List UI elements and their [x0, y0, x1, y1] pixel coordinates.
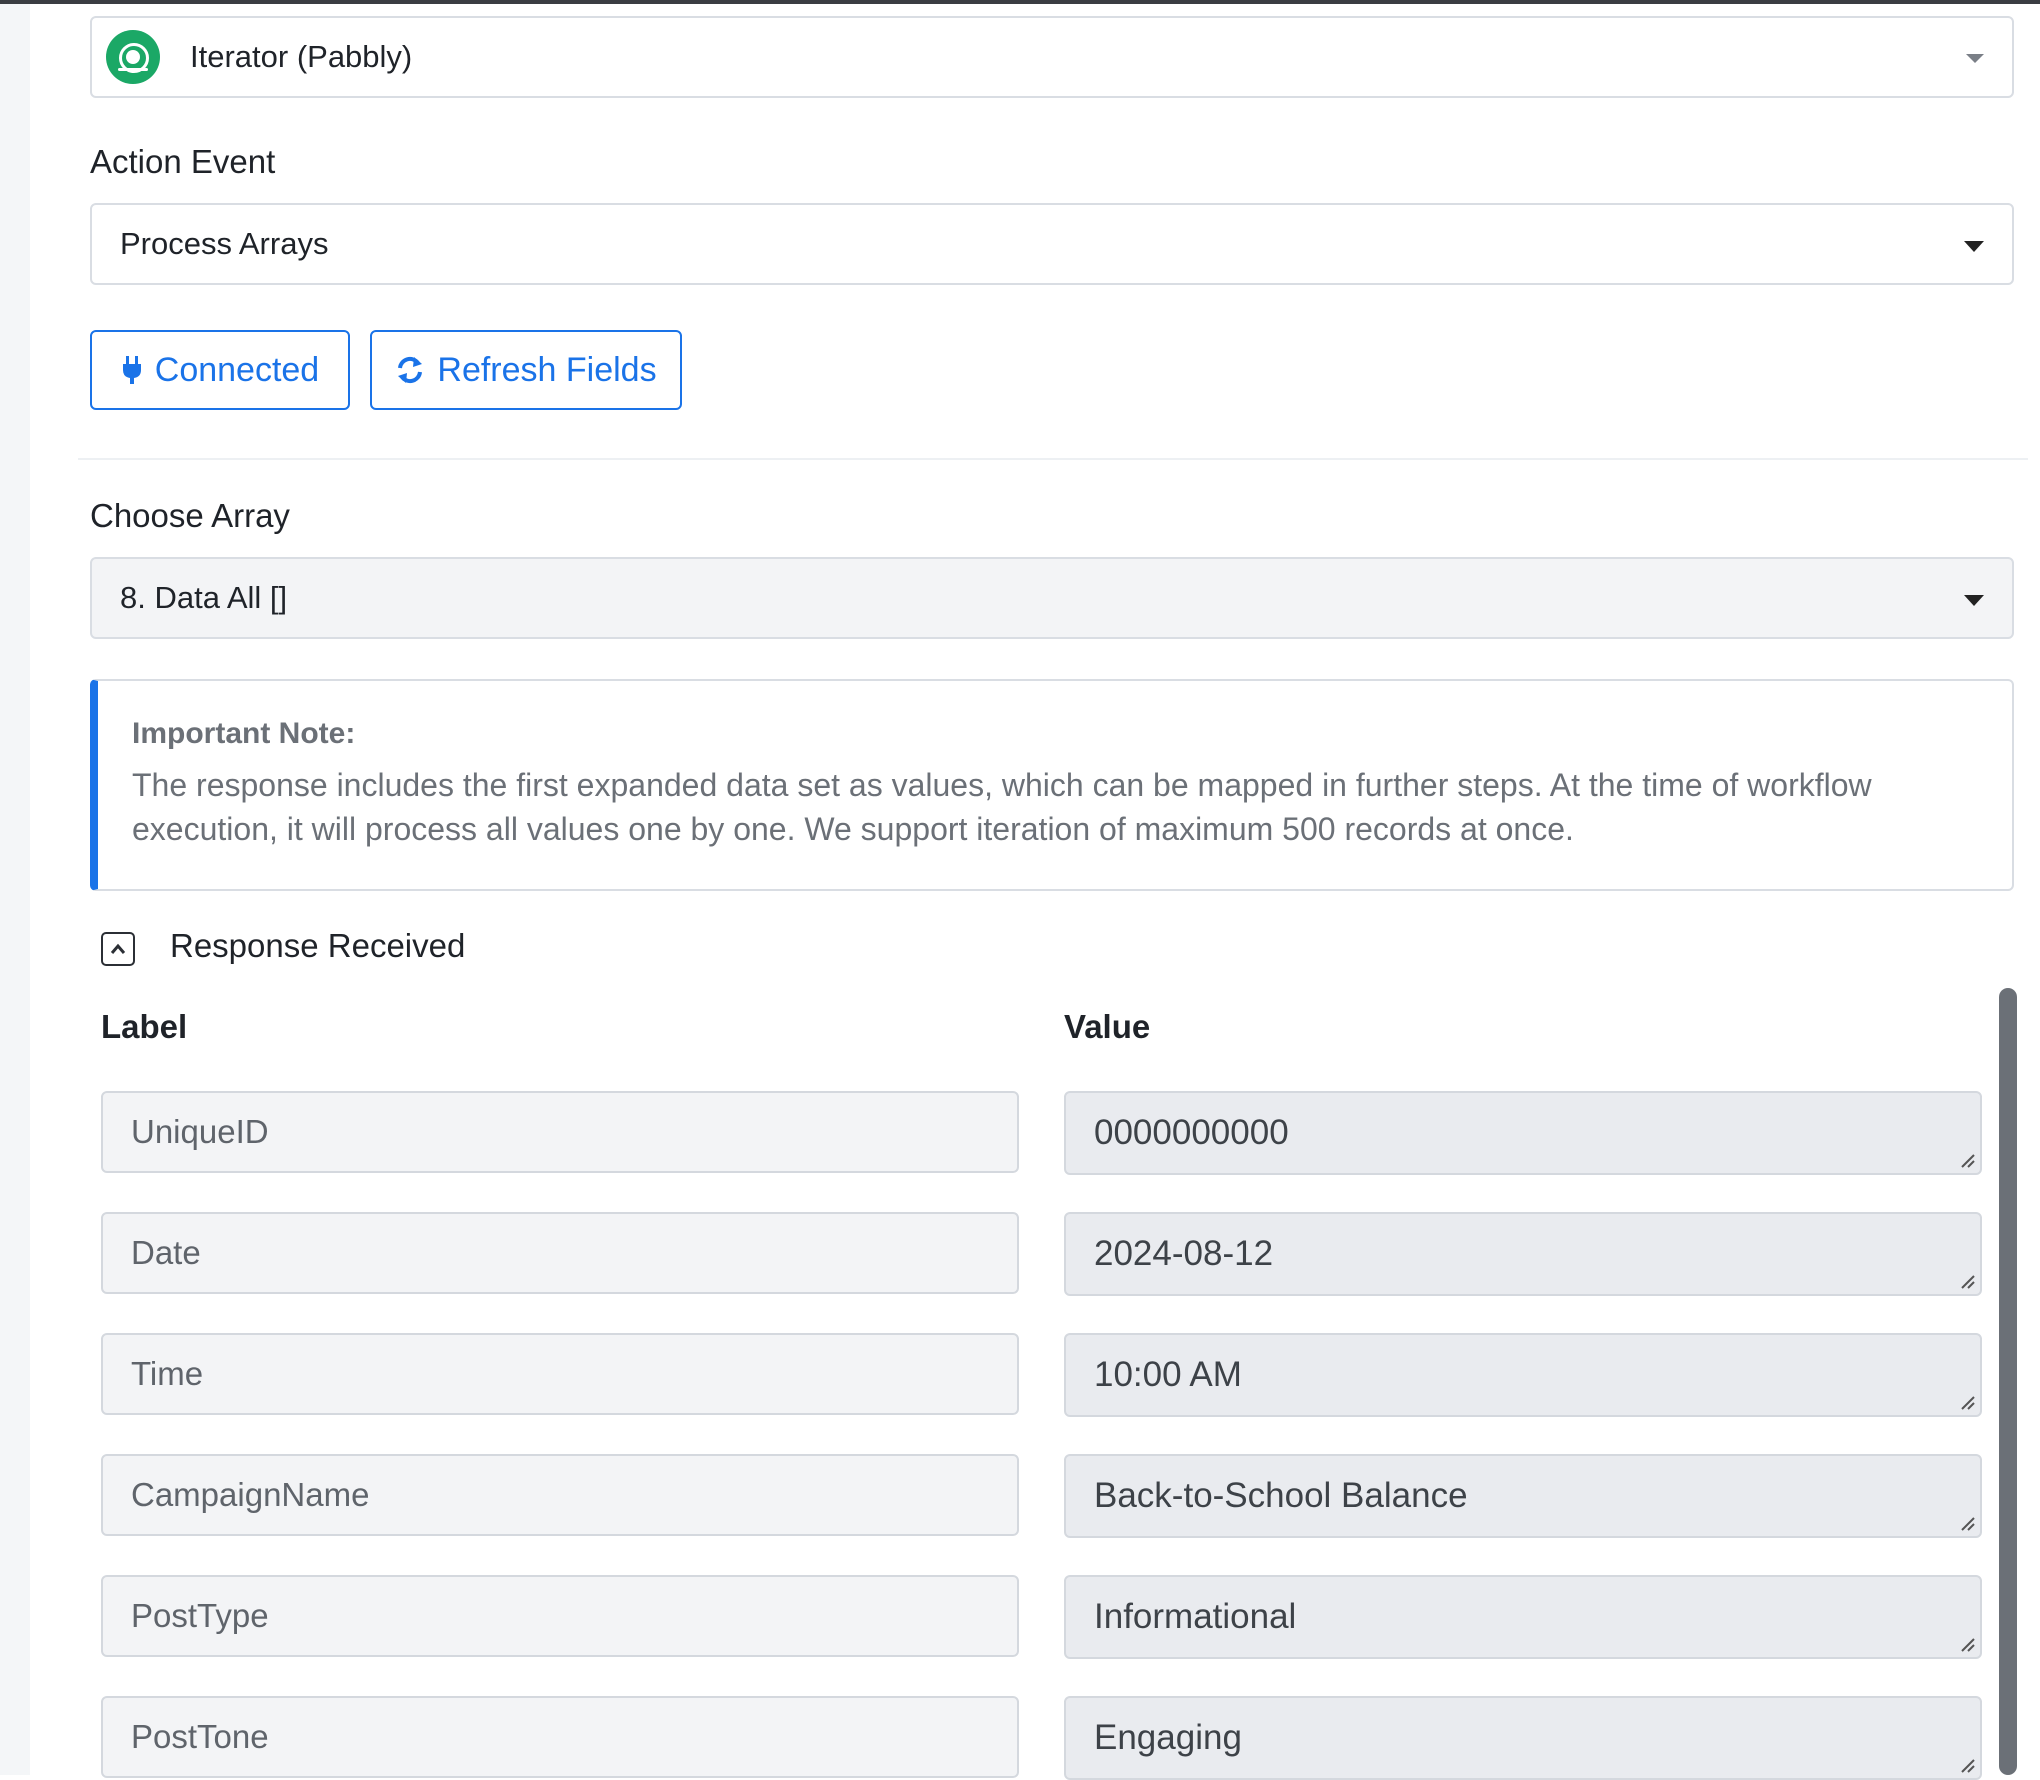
chevron-down-icon — [1964, 241, 1984, 252]
plug-icon — [121, 355, 143, 385]
choose-array-value: 8. Data All [] — [120, 580, 288, 615]
response-row-value-text: Back-to-School Balance — [1094, 1476, 1468, 1515]
label-column-header: Label — [101, 1008, 188, 1045]
choose-array-label: Choose Array — [90, 497, 290, 534]
response-row-value[interactable]: Back-to-School Balance — [1064, 1454, 1982, 1538]
response-row-value-text: Engaging — [1094, 1718, 1242, 1757]
choose-array-select[interactable]: 8. Data All [] — [90, 557, 2014, 639]
response-row-value-text: 0000000000 — [1094, 1113, 1289, 1152]
important-note-title: Important Note: — [132, 717, 356, 750]
iterator-app-icon — [106, 30, 160, 84]
collapse-response-button[interactable] — [101, 932, 135, 966]
important-note: Important Note: The response includes th… — [90, 679, 2014, 891]
refresh-fields-button-label: Refresh Fields — [437, 350, 657, 389]
response-row-label: Time — [101, 1333, 1019, 1415]
response-row-label: UniqueID — [101, 1091, 1019, 1173]
response-row-label: PostTone — [101, 1696, 1019, 1778]
response-row-value-text: Informational — [1094, 1597, 1297, 1636]
response-row-value[interactable]: Informational — [1064, 1575, 1982, 1659]
response-row-label: PostType — [101, 1575, 1019, 1657]
resize-grip-icon[interactable] — [1958, 1393, 1976, 1411]
resize-grip-icon[interactable] — [1958, 1756, 1976, 1774]
response-row-value[interactable]: 2024-08-12 — [1064, 1212, 1982, 1296]
value-column-header: Value — [1064, 1008, 1151, 1045]
left-gutter — [0, 4, 31, 1775]
response-row-value[interactable]: 0000000000 — [1064, 1091, 1982, 1175]
resize-grip-icon[interactable] — [1958, 1514, 1976, 1532]
response-row-label: CampaignName — [101, 1454, 1019, 1536]
important-note-body: The response includes the first expanded… — [132, 767, 1872, 847]
response-row-label: Date — [101, 1212, 1019, 1294]
resize-grip-icon[interactable] — [1958, 1151, 1976, 1169]
chevron-down-icon — [1966, 54, 1984, 63]
response-row-value-text: 2024-08-12 — [1094, 1234, 1274, 1273]
refresh-fields-button[interactable]: Refresh Fields — [370, 330, 682, 410]
app-select-value: Iterator (Pabbly) — [190, 39, 413, 74]
chevron-down-icon — [1964, 595, 1984, 606]
response-received-title: Response Received — [170, 927, 466, 964]
action-event-label: Action Event — [90, 143, 276, 180]
section-divider — [78, 458, 2028, 460]
response-row-value-text: 10:00 AM — [1094, 1355, 1242, 1394]
app-select[interactable]: Iterator (Pabbly) — [90, 16, 2014, 98]
response-row-value[interactable]: Engaging — [1064, 1696, 1982, 1780]
chevron-up-icon — [110, 943, 126, 954]
refresh-icon — [395, 355, 425, 385]
response-scrollbar[interactable] — [1999, 988, 2017, 1775]
connected-button-label: Connected — [154, 350, 320, 389]
action-event-select[interactable]: Process Arrays — [90, 203, 2014, 285]
connected-button[interactable]: Connected — [90, 330, 350, 410]
action-event-value: Process Arrays — [120, 226, 329, 261]
response-row-value[interactable]: 10:00 AM — [1064, 1333, 1982, 1417]
resize-grip-icon[interactable] — [1958, 1272, 1976, 1290]
resize-grip-icon[interactable] — [1958, 1635, 1976, 1653]
